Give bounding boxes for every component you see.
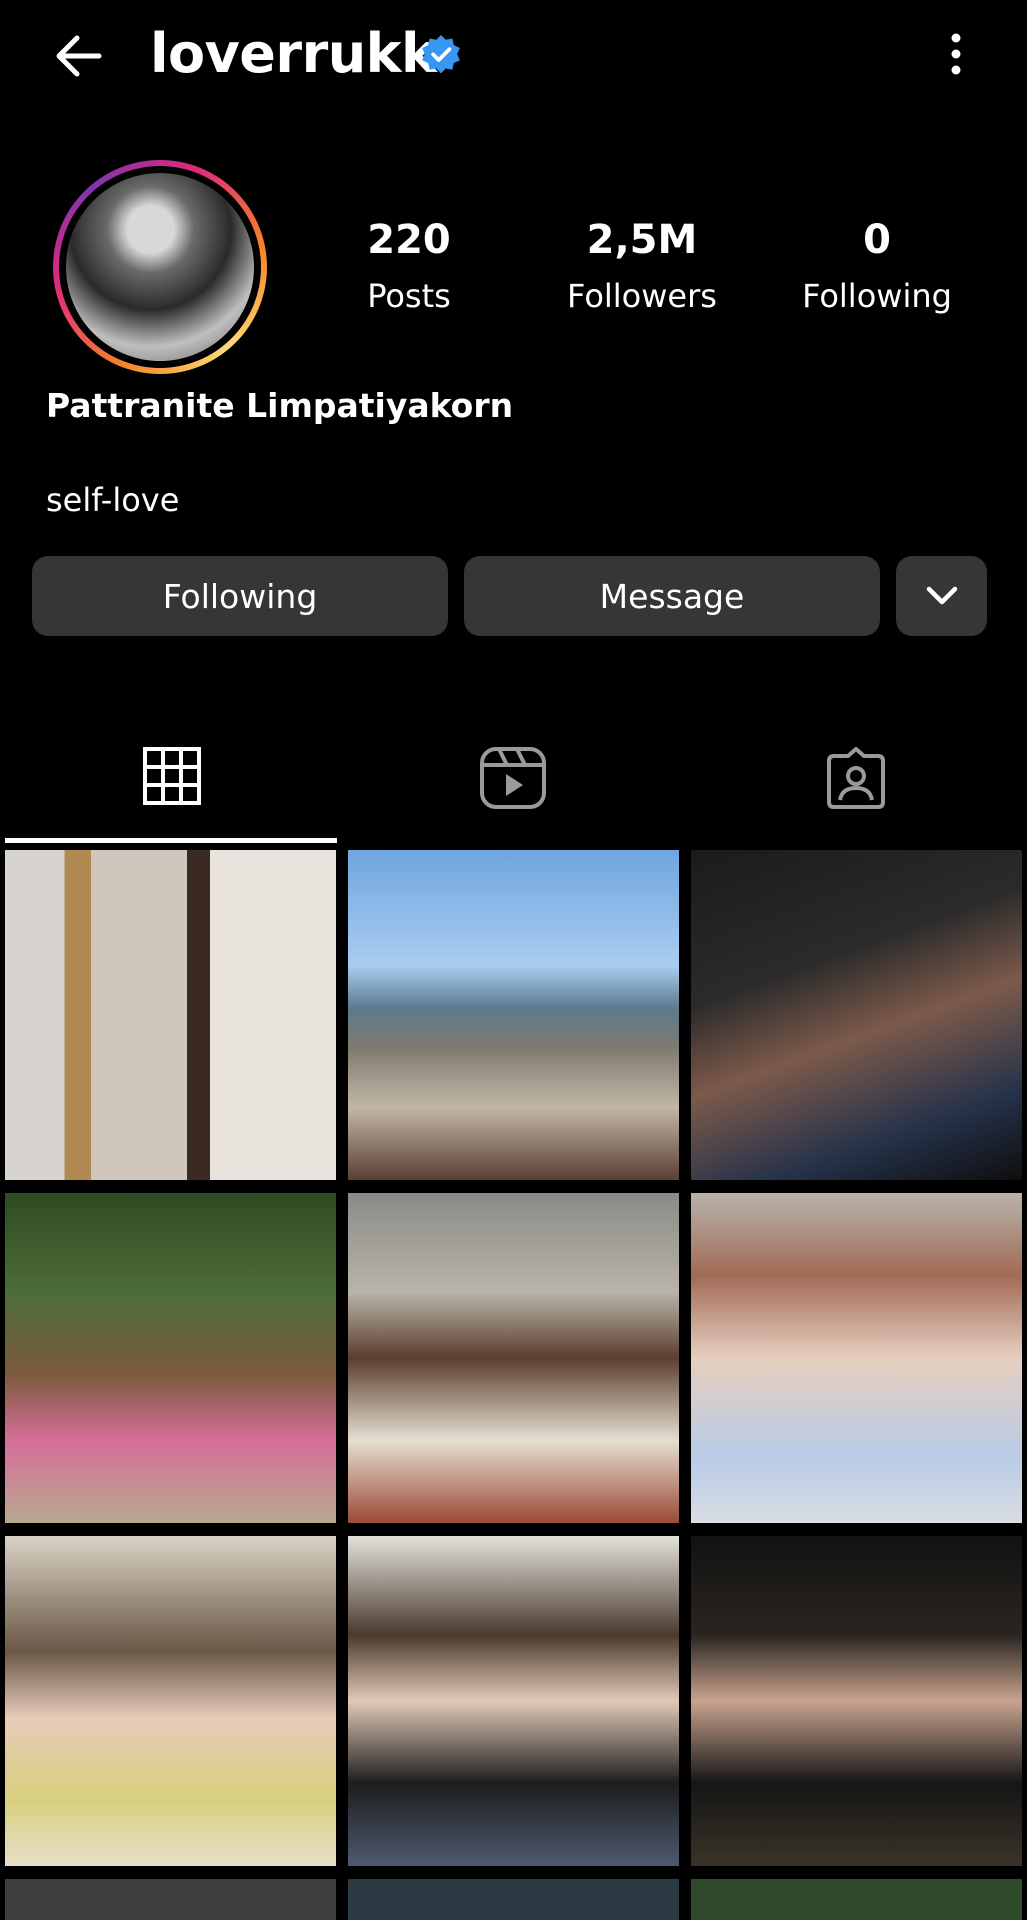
profile-avatar[interactable] — [53, 160, 267, 374]
posts-stat[interactable]: 220 Posts — [309, 214, 509, 318]
reels-icon — [480, 747, 546, 809]
post-thumbnail[interactable] — [691, 850, 1022, 1180]
more-vertical-icon — [951, 33, 961, 75]
verified-badge-icon — [422, 35, 460, 74]
message-button[interactable]: Message — [464, 556, 880, 636]
post-thumbnail[interactable] — [348, 1193, 679, 1523]
post-thumbnail[interactable] — [5, 1193, 336, 1523]
suggested-accounts-button[interactable] — [896, 556, 987, 636]
profile-full-name: Pattranite Limpatiyakorn — [46, 386, 514, 425]
posts-count: 220 — [367, 217, 451, 263]
tab-posts[interactable] — [5, 732, 339, 848]
followers-count: 2,5M — [586, 217, 698, 263]
post-thumbnail[interactable] — [691, 1879, 1022, 1920]
profile-username: loverrukk — [150, 22, 437, 85]
post-thumbnail[interactable] — [5, 1879, 336, 1920]
back-button[interactable] — [48, 26, 108, 86]
post-thumbnail[interactable] — [348, 1879, 679, 1920]
arrow-left-icon — [56, 35, 102, 77]
followers-stat[interactable]: 2,5M Followers — [542, 214, 742, 318]
following-count: 0 — [863, 217, 891, 263]
active-tab-indicator — [5, 838, 337, 843]
tab-reels[interactable] — [346, 732, 680, 848]
posts-label: Posts — [367, 277, 451, 315]
following-button[interactable]: Following — [32, 556, 448, 636]
more-options-button[interactable] — [930, 24, 982, 84]
grid-icon — [143, 747, 201, 805]
followers-label: Followers — [567, 277, 717, 315]
tab-tagged[interactable] — [689, 732, 1023, 848]
following-stat[interactable]: 0 Following — [777, 214, 977, 318]
chevron-down-icon — [926, 586, 957, 605]
post-thumbnail[interactable] — [691, 1193, 1022, 1523]
avatar-photo — [66, 173, 254, 361]
post-thumbnail[interactable] — [348, 1536, 679, 1866]
post-thumbnail[interactable] — [691, 1536, 1022, 1866]
profile-tabs — [0, 732, 1027, 848]
profile-bio: self-love — [46, 481, 180, 519]
tagged-icon — [827, 747, 885, 809]
post-thumbnail[interactable] — [348, 850, 679, 1180]
following-label: Following — [802, 277, 952, 315]
post-thumbnail[interactable] — [5, 850, 336, 1180]
top-bar: loverrukk — [0, 0, 1027, 110]
post-thumbnail[interactable] — [5, 1536, 336, 1866]
